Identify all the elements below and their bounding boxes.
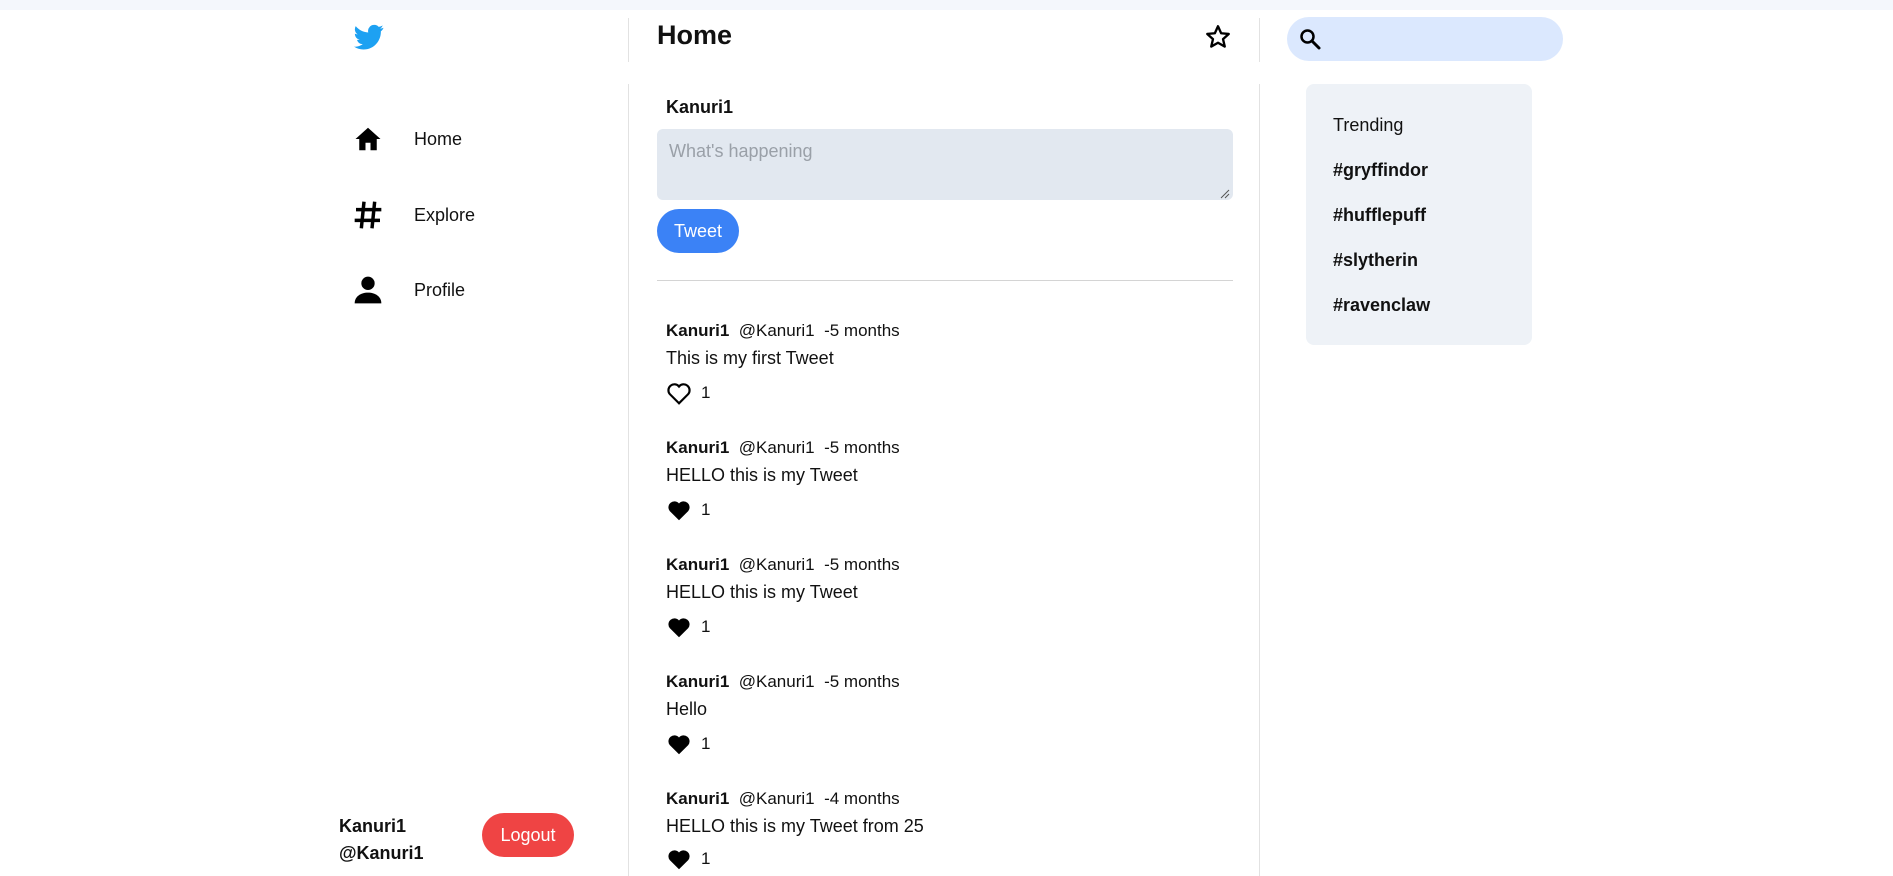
like-count: 1 — [701, 734, 711, 753]
tweet-author-name: Kanuri1 — [666, 789, 730, 808]
tweet-item: Kanuri1 @Kanuri1 -5 months This is my fi… — [666, 321, 1226, 405]
column-divider — [628, 84, 629, 876]
search-bar[interactable] — [1287, 17, 1563, 61]
column-divider — [628, 18, 629, 62]
heart-filled-icon[interactable] — [666, 615, 692, 639]
trending-tag[interactable]: #ravenclaw — [1333, 295, 1430, 316]
tweet-text: HELLO this is my Tweet from 25 — [666, 816, 924, 836]
current-user-handle: @Kanuri1 — [339, 843, 424, 863]
current-user-name: Kanuri1 — [339, 816, 407, 836]
like-count: 1 — [701, 849, 711, 868]
tweet-author-handle: @Kanuri1 — [738, 555, 815, 574]
tweet-meta: Kanuri1 @Kanuri1 -5 months — [666, 555, 1226, 575]
trending-panel: Trending #gryffindor #hufflepuff #slythe… — [1306, 84, 1532, 345]
search-icon — [1298, 27, 1322, 51]
trending-title: Trending — [1333, 115, 1404, 135]
heart-filled-icon[interactable] — [666, 732, 692, 756]
tweet-author-handle: @Kanuri1 — [738, 321, 815, 340]
tweet-item: Kanuri1 @Kanuri1 -5 months HELLO this is… — [666, 555, 1226, 638]
top-strip — [0, 0, 1893, 10]
home-icon — [350, 121, 386, 157]
like-count: 1 — [701, 617, 711, 636]
heart-filled-icon[interactable] — [666, 498, 692, 522]
column-divider — [1259, 18, 1260, 62]
tweet-author-handle: @Kanuri1 — [738, 672, 815, 691]
tweet-timestamp: -5 months — [824, 438, 900, 457]
tweet-text: HELLO this is my Tweet — [666, 465, 858, 485]
tweet-text: HELLO this is my Tweet — [666, 582, 858, 602]
composer-username: Kanuri1 — [666, 97, 734, 117]
search-input[interactable] — [1327, 25, 1551, 55]
twitter-logo-icon[interactable] — [352, 22, 386, 52]
person-icon — [350, 272, 386, 308]
star-icon[interactable] — [1204, 23, 1232, 51]
tweet-timestamp: -5 months — [824, 555, 900, 574]
tweet-text: Hello — [666, 699, 708, 719]
tweet-item: Kanuri1 @Kanuri1 -4 months HELLO this is… — [666, 789, 1226, 870]
tweet-meta: Kanuri1 @Kanuri1 -5 months — [666, 321, 1226, 341]
sidebar-item-label: Profile — [414, 279, 466, 300]
current-user: Kanuri1 @Kanuri1 — [339, 813, 424, 867]
tweet-timestamp: -5 months — [824, 321, 900, 340]
tweet-text: This is my first Tweet — [666, 348, 834, 368]
sidebar-item-label: Home — [414, 128, 463, 149]
tweet-timestamp: -5 months — [824, 672, 900, 691]
tweet-author-name: Kanuri1 — [666, 672, 730, 691]
tweet-likes: 1 — [666, 381, 710, 405]
tweet-likes: 1 — [666, 615, 710, 639]
tweet-author-name: Kanuri1 — [666, 438, 730, 457]
heart-outline-icon[interactable] — [666, 381, 692, 405]
hashtag-icon — [350, 197, 386, 233]
tweet-likes: 1 — [666, 498, 710, 522]
logout-button[interactable]: Logout — [482, 813, 574, 857]
tweet-meta: Kanuri1 @Kanuri1 -4 months — [666, 789, 1226, 809]
page-title: Home — [657, 20, 733, 50]
tweet-timestamp: -4 months — [824, 789, 900, 808]
tweet-item: Kanuri1 @Kanuri1 -5 months Hello 1 — [666, 672, 1226, 755]
heart-filled-icon[interactable] — [666, 847, 692, 871]
feed-divider — [657, 280, 1233, 281]
tweet-meta: Kanuri1 @Kanuri1 -5 months — [666, 438, 1226, 458]
sidebar-item-explore[interactable]: Explore — [350, 197, 475, 233]
sidebar-item-home[interactable]: Home — [350, 121, 462, 157]
tweet-button[interactable]: Tweet — [657, 209, 739, 253]
tweet-compose-input[interactable] — [657, 129, 1233, 200]
trending-tag[interactable]: #slytherin — [1333, 250, 1418, 271]
tweet-likes: 1 — [666, 847, 710, 871]
tweet-author-name: Kanuri1 — [666, 555, 730, 574]
trending-tag[interactable]: #gryffindor — [1333, 160, 1428, 181]
sidebar-item-label: Explore — [414, 204, 476, 225]
tweet-author-name: Kanuri1 — [666, 321, 730, 340]
tweet-item: Kanuri1 @Kanuri1 -5 months HELLO this is… — [666, 438, 1226, 521]
like-count: 1 — [701, 383, 711, 402]
sidebar-item-profile[interactable]: Profile — [350, 272, 465, 308]
tweet-likes: 1 — [666, 732, 710, 756]
column-divider — [1259, 84, 1260, 876]
tweet-author-handle: @Kanuri1 — [738, 438, 815, 457]
resize-grip-icon[interactable] — [1219, 186, 1230, 199]
trending-tag[interactable]: #hufflepuff — [1333, 205, 1426, 226]
like-count: 1 — [701, 500, 711, 519]
tweet-meta: Kanuri1 @Kanuri1 -5 months — [666, 672, 1226, 692]
tweet-author-handle: @Kanuri1 — [738, 789, 815, 808]
